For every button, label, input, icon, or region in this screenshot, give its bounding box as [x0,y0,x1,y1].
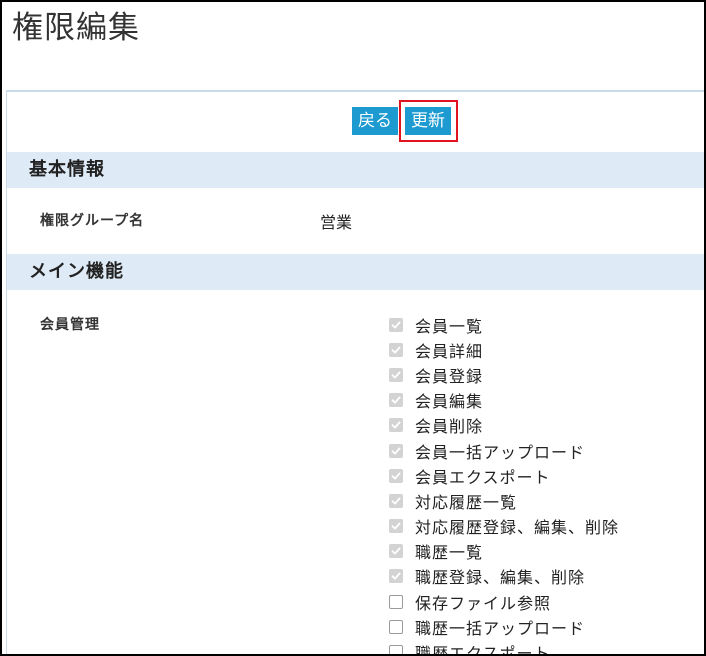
checkbox-checked-icon[interactable] [389,493,403,508]
permission-item[interactable]: 職歴一覧 [389,539,619,564]
checkbox-checked-icon[interactable] [389,317,403,332]
page-title: 権限編集 [12,10,140,46]
checkbox-checked-icon[interactable] [389,544,403,559]
permission-item[interactable]: 会員エクスポート [389,463,619,488]
checkbox-checked-icon[interactable] [389,468,403,483]
permission-label: 職歴エクスポート [415,644,551,656]
permission-item[interactable]: 職歴登録、編集、削除 [389,564,619,589]
content-panel: 戻る 更新 基本情報 権限グループ名 営業 メイン機能 会員管理 会員一覧会員詳… [6,90,704,656]
checkbox-checked-icon[interactable] [389,443,403,458]
permission-label: 会員編集 [415,392,484,412]
toolbar: 戻る 更新 [7,92,704,150]
permission-label: 対応履歴登録、編集、削除 [415,518,620,538]
checkbox-checked-icon[interactable] [389,569,403,584]
app-window: 権限編集 戻る 更新 基本情報 権限グループ名 営業 メイン機能 会員管理 会員… [0,0,706,656]
permission-item[interactable]: 対応履歴登録、編集、削除 [389,514,619,539]
checkbox-unchecked-icon[interactable] [389,619,403,634]
permission-item[interactable]: 会員編集 [389,388,619,413]
permission-label: 会員一括アップロード [415,442,586,462]
member-management-label: 会員管理 [40,317,100,333]
checkbox-checked-icon[interactable] [389,342,403,357]
group-name-value: 営業 [320,213,353,232]
permission-label: 職歴一括アップロード [415,618,586,638]
section-header-basic-info: 基本情報 [7,152,704,188]
checkbox-checked-icon[interactable] [389,418,403,433]
permission-label: 会員エクスポート [415,467,551,487]
checkbox-unchecked-icon[interactable] [389,645,403,654]
permission-label: 会員登録 [415,366,484,386]
permission-item[interactable]: 保存ファイル参照 [389,589,619,614]
permission-item[interactable]: 会員一括アップロード [389,438,619,463]
permission-checklist: 会員一覧 会員詳細 会員登録 会員編集 会員削除 会員一括アップロード 会員エクスポート 対応… [389,312,619,656]
section-header-main-functions: メイン機能 [7,254,704,290]
checkbox-checked-icon[interactable] [389,393,403,408]
permission-item[interactable]: 会員登録 [389,362,619,387]
permission-item[interactable]: 対応履歴一覧 [389,488,619,513]
permission-label: 保存ファイル参照 [415,593,552,613]
permission-label: 会員削除 [415,417,484,437]
permission-item[interactable]: 会員詳細 [389,337,619,362]
permission-label: 職歴一覧 [415,543,484,563]
checkbox-unchecked-icon[interactable] [389,594,403,609]
permission-label: 会員一覧 [415,316,484,336]
checkbox-checked-icon[interactable] [389,367,403,382]
permission-item[interactable]: 会員一覧 [389,312,619,337]
permission-label: 会員詳細 [415,341,484,361]
permission-item[interactable]: 職歴エクスポート [389,639,619,656]
permission-item[interactable]: 会員削除 [389,413,619,438]
permission-label: 職歴登録、編集、削除 [415,568,586,588]
update-button[interactable]: 更新 [405,107,451,135]
group-name-label: 権限グループ名 [40,213,145,229]
permission-item[interactable]: 職歴一括アップロード [389,614,619,639]
back-button[interactable]: 戻る [352,107,398,135]
permission-label: 対応履歴一覧 [415,492,518,512]
checkbox-checked-icon[interactable] [389,519,403,534]
